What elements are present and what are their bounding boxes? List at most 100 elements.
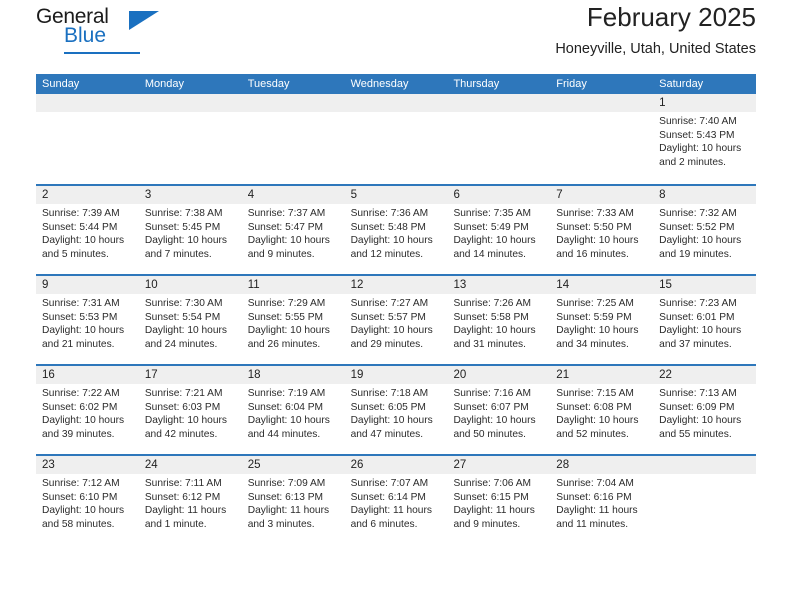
sunset-time: Sunset: 5:43 PM bbox=[659, 129, 735, 141]
day-number: 24 bbox=[144, 459, 158, 471]
calendar-page: General Blue February 2025 Honeyville, U… bbox=[0, 0, 792, 612]
day-number-band: 18 bbox=[241, 366, 345, 384]
sunset-time: Sunset: 5:59 PM bbox=[556, 311, 632, 323]
sunrise-time: Sunrise: 7:27 AM bbox=[350, 298, 429, 309]
sunset-time: Sunset: 6:07 PM bbox=[453, 401, 529, 413]
day-number: 16 bbox=[42, 369, 55, 381]
sunrise-time: Sunrise: 7:11 AM bbox=[144, 478, 222, 489]
sunset-time: Sunset: 6:02 PM bbox=[42, 401, 118, 413]
day-details: Sunrise: 7:07 AM Sunset: 6:14 PM Daylight:… bbox=[345, 474, 448, 531]
sunset-time: Sunset: 5:52 PM bbox=[659, 221, 735, 233]
calendar-day-cell[interactable]: 22 Sunrise: 7:13 AM Sunset: 6:09 PM Dayligh… bbox=[653, 366, 757, 454]
calendar-day-cell[interactable]: 16 Sunrise: 7:22 AM Sunset: 6:02 PM Dayligh… bbox=[36, 366, 139, 454]
day-details: Sunrise: 7:22 AM Sunset: 6:02 PM Daylight:… bbox=[36, 384, 139, 441]
calendar-day-cell[interactable]: 14 Sunrise: 7:25 AM Sunset: 5:59 PM Dayligh… bbox=[550, 276, 654, 364]
day-number-band: 21 bbox=[550, 366, 654, 384]
day-number-band: 22 bbox=[653, 366, 757, 384]
daylight-duration: Daylight: 10 hours and 39 minutes. bbox=[42, 415, 125, 440]
day-number: 15 bbox=[659, 279, 672, 291]
calendar-week-row: 16 Sunrise: 7:22 AM Sunset: 6:02 PM Dayligh… bbox=[36, 364, 757, 454]
sunrise-time: Sunrise: 7:40 AM bbox=[659, 116, 737, 127]
calendar-week-row: 1 Sunrise: 7:40 AM Sunset: 5:43 PM Daylight… bbox=[36, 94, 757, 184]
day-number-band bbox=[344, 94, 448, 112]
day-number-band: 28 bbox=[550, 456, 654, 474]
calendar-day-cell[interactable]: 8 Sunrise: 7:32 AM Sunset: 5:52 PM Daylight… bbox=[653, 186, 757, 274]
calendar-day-cell[interactable]: 21 Sunrise: 7:15 AM Sunset: 6:08 PM Dayligh… bbox=[550, 366, 654, 454]
sunrise-time: Sunrise: 7:09 AM bbox=[247, 478, 326, 489]
sunrise-time: Sunrise: 7:39 AM bbox=[42, 208, 120, 219]
weekday-wednesday: Wednesday bbox=[350, 78, 409, 90]
day-details: Sunrise: 7:38 AM Sunset: 5:45 PM Daylight:… bbox=[139, 204, 242, 261]
calendar-day-cell[interactable]: 4 Sunrise: 7:37 AM Sunset: 5:47 PM Daylight… bbox=[241, 186, 345, 274]
day-number-band: 19 bbox=[344, 366, 448, 384]
day-details: Sunrise: 7:12 AM Sunset: 6:10 PM Daylight:… bbox=[36, 474, 139, 531]
daylight-duration: Daylight: 11 hours and 11 minutes. bbox=[556, 505, 638, 530]
day-number: 22 bbox=[659, 369, 672, 381]
calendar-day-cell[interactable]: 24 Sunrise: 7:11 AM Sunset: 6:12 PM Dayligh… bbox=[138, 456, 242, 548]
day-details: Sunrise: 7:36 AM Sunset: 5:48 PM Daylight:… bbox=[345, 204, 448, 261]
sunrise-time: Sunrise: 7:04 AM bbox=[556, 478, 634, 489]
day-number: 19 bbox=[350, 369, 364, 381]
sunset-time: Sunset: 5:49 PM bbox=[453, 221, 529, 233]
calendar-day-cell[interactable]: 11 Sunrise: 7:29 AM Sunset: 5:55 PM Dayligh… bbox=[241, 276, 345, 364]
day-number-band bbox=[447, 94, 551, 112]
calendar-day-cell[interactable]: 5 Sunrise: 7:36 AM Sunset: 5:48 PM Daylight… bbox=[344, 186, 448, 274]
day-details: Sunrise: 7:33 AM Sunset: 5:50 PM Daylight:… bbox=[550, 204, 653, 261]
calendar-day-cell[interactable]: 1 Sunrise: 7:40 AM Sunset: 5:43 PM Daylight… bbox=[653, 94, 757, 184]
day-details: Sunrise: 7:26 AM Sunset: 5:58 PM Daylight:… bbox=[447, 294, 550, 351]
day-number-band bbox=[653, 456, 757, 474]
sunset-time: Sunset: 6:12 PM bbox=[144, 491, 221, 503]
sunset-time: Sunset: 6:03 PM bbox=[144, 401, 221, 413]
calendar-day-cell[interactable]: 3 Sunrise: 7:38 AM Sunset: 5:45 PM Daylight… bbox=[138, 186, 242, 274]
calendar-day-cell[interactable]: 18 Sunrise: 7:19 AM Sunset: 6:04 PM Dayligh… bbox=[241, 366, 345, 454]
calendar-week-row: 2 Sunrise: 7:39 AM Sunset: 5:44 PM Daylight… bbox=[36, 184, 757, 274]
calendar-day-cell[interactable]: 26 Sunrise: 7:07 AM Sunset: 6:14 PM Dayligh… bbox=[344, 456, 448, 548]
day-number-band bbox=[241, 94, 345, 112]
calendar-day-cell[interactable]: 9 Sunrise: 7:31 AM Sunset: 5:53 PM Daylight… bbox=[36, 276, 139, 364]
calendar-day-cell[interactable]: 25 Sunrise: 7:09 AM Sunset: 6:13 PM Dayligh… bbox=[241, 456, 345, 548]
weekday-sunday: Sunday bbox=[42, 78, 80, 90]
sunset-time: Sunset: 6:09 PM bbox=[659, 401, 735, 413]
calendar-day-cell[interactable]: 27 Sunrise: 7:06 AM Sunset: 6:15 PM Dayligh… bbox=[447, 456, 551, 548]
calendar-day-cell[interactable]: 7 Sunrise: 7:33 AM Sunset: 5:50 PM Daylight… bbox=[550, 186, 654, 274]
day-number-band: 15 bbox=[653, 276, 757, 294]
day-number: 20 bbox=[453, 369, 467, 381]
day-details: Sunrise: 7:09 AM Sunset: 6:13 PM Daylight:… bbox=[242, 474, 345, 531]
calendar-day-cell[interactable]: 23 Sunrise: 7:12 AM Sunset: 6:10 PM Dayligh… bbox=[36, 456, 139, 548]
calendar-week-row: 9 Sunrise: 7:31 AM Sunset: 5:53 PM Daylight… bbox=[36, 274, 757, 364]
daylight-duration: Daylight: 11 hours and 9 minutes. bbox=[453, 505, 535, 530]
calendar-day-cell[interactable]: 15 Sunrise: 7:23 AM Sunset: 6:01 PM Dayligh… bbox=[653, 276, 757, 364]
day-number: 11 bbox=[247, 279, 260, 291]
sunset-time: Sunset: 6:15 PM bbox=[453, 491, 529, 503]
calendar-day-cell[interactable]: 12 Sunrise: 7:27 AM Sunset: 5:57 PM Dayligh… bbox=[344, 276, 448, 364]
calendar-grid: Sunday Monday Tuesday Wednesday Thursday… bbox=[36, 74, 757, 548]
general-blue-logo[interactable]: General Blue bbox=[36, 6, 166, 58]
calendar-day-cell[interactable]: 13 Sunrise: 7:26 AM Sunset: 5:58 PM Dayligh… bbox=[447, 276, 551, 364]
calendar-cell-empty bbox=[447, 94, 551, 184]
calendar-day-cell[interactable]: 6 Sunrise: 7:35 AM Sunset: 5:49 PM Daylight… bbox=[447, 186, 551, 274]
sunset-time: Sunset: 5:55 PM bbox=[247, 311, 324, 323]
day-number-band: 6 bbox=[447, 186, 551, 204]
logo-underline bbox=[64, 52, 140, 54]
weekday-tuesday: Tuesday bbox=[247, 78, 290, 90]
daylight-duration: Daylight: 10 hours and 47 minutes. bbox=[350, 415, 433, 440]
calendar-day-cell[interactable]: 28 Sunrise: 7:04 AM Sunset: 6:16 PM Dayligh… bbox=[550, 456, 654, 548]
calendar-cell-empty bbox=[241, 94, 345, 184]
calendar-day-cell[interactable]: 2 Sunrise: 7:39 AM Sunset: 5:44 PM Daylight… bbox=[36, 186, 139, 274]
calendar-weeks: 1 Sunrise: 7:40 AM Sunset: 5:43 PM Daylight… bbox=[36, 94, 757, 548]
calendar-week-row: 23 Sunrise: 7:12 AM Sunset: 6:10 PM Dayligh… bbox=[36, 454, 757, 548]
sunset-time: Sunset: 5:44 PM bbox=[42, 221, 118, 233]
day-details: Sunrise: 7:27 AM Sunset: 5:57 PM Daylight:… bbox=[345, 294, 448, 351]
day-number-band: 17 bbox=[138, 366, 242, 384]
calendar-day-cell[interactable]: 19 Sunrise: 7:18 AM Sunset: 6:05 PM Dayligh… bbox=[344, 366, 448, 454]
day-number-band: 11 bbox=[241, 276, 345, 294]
calendar-day-cell[interactable]: 10 Sunrise: 7:30 AM Sunset: 5:54 PM Dayligh… bbox=[138, 276, 242, 364]
calendar-day-cell[interactable]: 17 Sunrise: 7:21 AM Sunset: 6:03 PM Dayligh… bbox=[138, 366, 242, 454]
calendar-day-cell[interactable]: 20 Sunrise: 7:16 AM Sunset: 6:07 PM Dayligh… bbox=[447, 366, 551, 454]
sunset-time: Sunset: 5:58 PM bbox=[453, 311, 529, 323]
daylight-duration: Daylight: 10 hours and 2 minutes. bbox=[659, 143, 742, 168]
day-number: 17 bbox=[144, 369, 158, 381]
day-number-band: 3 bbox=[138, 186, 242, 204]
sunrise-time: Sunrise: 7:30 AM bbox=[144, 298, 223, 309]
sunrise-time: Sunrise: 7:18 AM bbox=[350, 388, 429, 399]
